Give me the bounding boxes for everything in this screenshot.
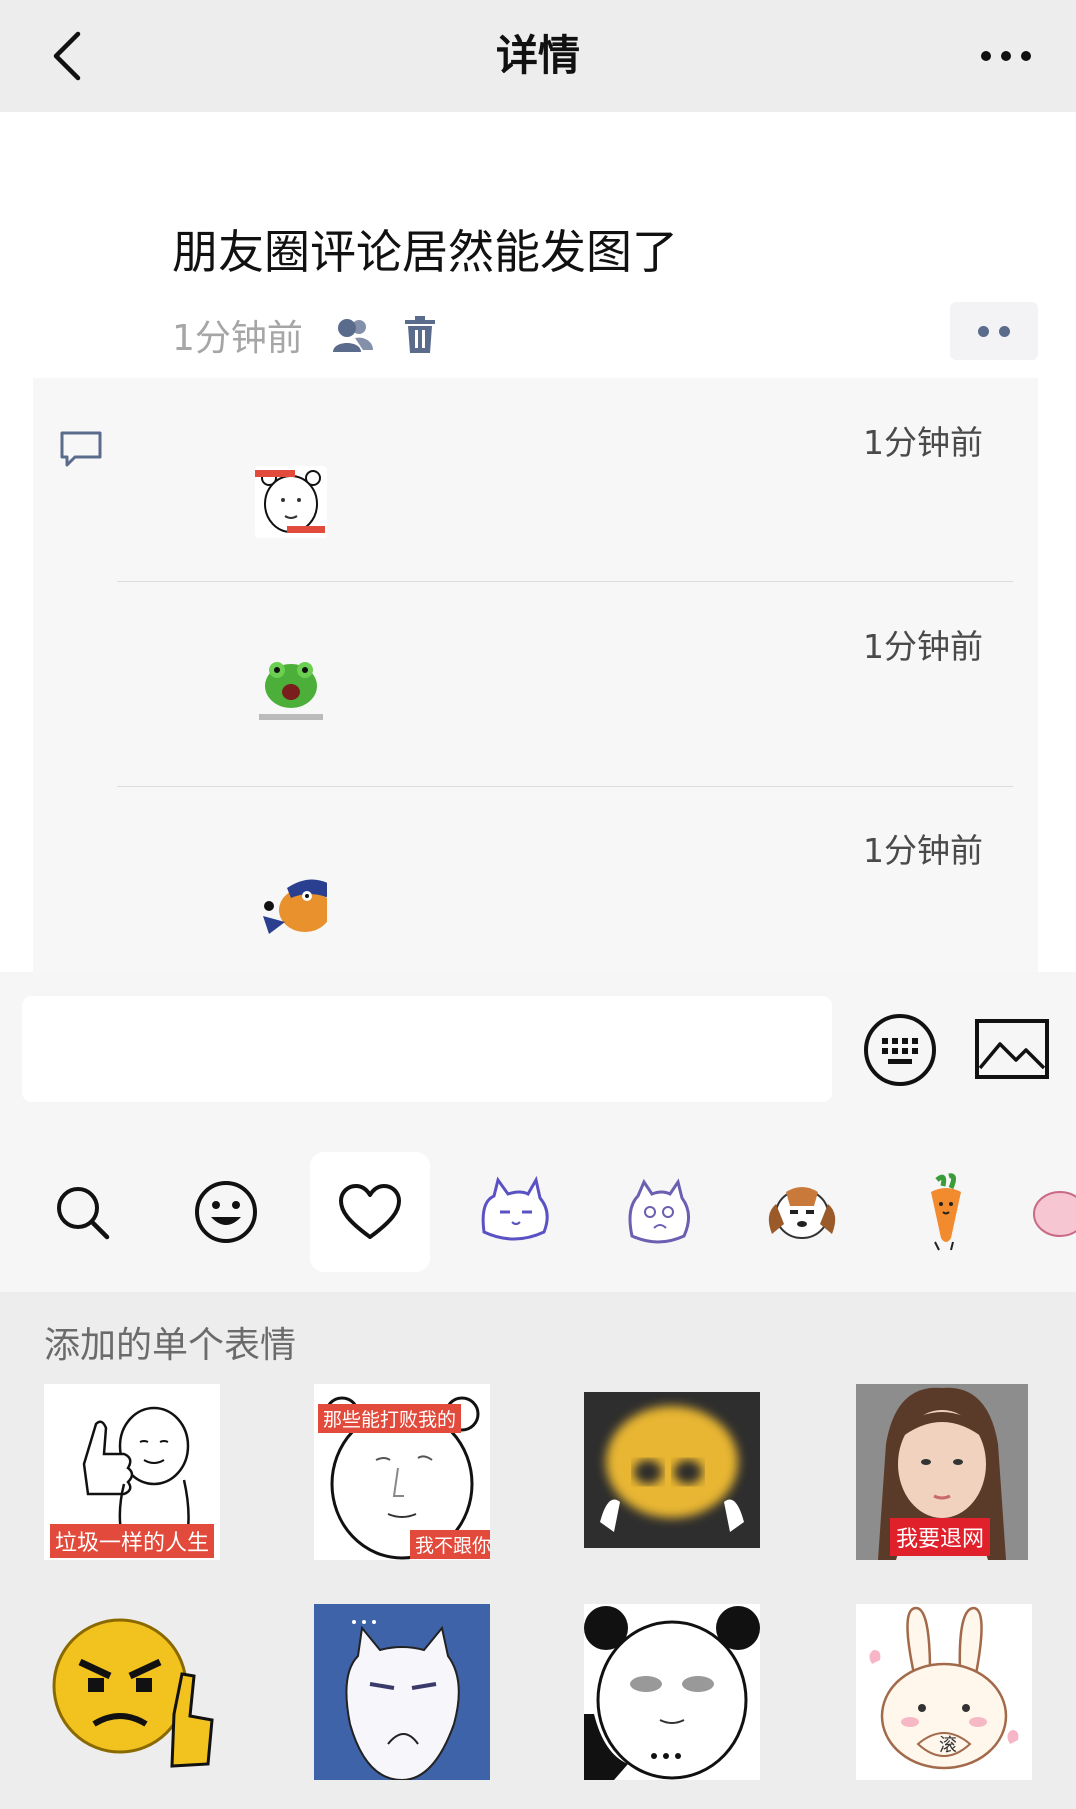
bear-face-sticker[interactable] bbox=[255, 466, 327, 538]
carrot-icon bbox=[931, 1173, 961, 1251]
comment-item[interactable]: 1分钟前 bbox=[117, 378, 1013, 581]
sticker-caption-top: 那些能打败我的 bbox=[318, 1404, 462, 1433]
cat-sticker-icon bbox=[481, 1175, 549, 1241]
comment-time: 1分钟前 bbox=[863, 831, 983, 870]
panda-face-sticker[interactable] bbox=[584, 1604, 760, 1780]
sticker-caption: 垃圾一样的人生 bbox=[50, 1524, 215, 1558]
angry-emoji-sticker[interactable] bbox=[44, 1604, 220, 1780]
visibility-people-icon[interactable] bbox=[331, 316, 375, 354]
tab-emoji[interactable] bbox=[166, 1152, 286, 1272]
bear-face-sticker[interactable]: 那些能打败我的 我不跟你打 bbox=[314, 1384, 490, 1560]
image-icon bbox=[975, 1019, 1049, 1079]
tab-next-pack-partial[interactable] bbox=[1030, 1152, 1076, 1272]
tab-favorites[interactable] bbox=[310, 1152, 430, 1272]
swiper-fox-sticker[interactable] bbox=[255, 870, 327, 942]
green-frog-sticker[interactable] bbox=[255, 656, 327, 728]
action-dot bbox=[978, 325, 989, 337]
comment-time: 1分钟前 bbox=[863, 627, 983, 666]
comments-section: 1分钟前 1分钟前 1分钟前 bbox=[33, 378, 1038, 972]
post-text: 朋友圈评论居然能发图了 bbox=[172, 225, 678, 279]
sticker-caption-bottom: 我不跟你打 bbox=[410, 1530, 490, 1559]
panel-title: 添加的单个表情 bbox=[44, 1325, 297, 1366]
beagle-dog-icon bbox=[768, 1187, 836, 1239]
comment-time: 1分钟前 bbox=[863, 423, 983, 462]
pink-sticker-icon bbox=[1033, 1191, 1076, 1237]
smiley-icon bbox=[195, 1181, 257, 1243]
heart-icon bbox=[339, 1184, 401, 1239]
comment-item[interactable]: 1分钟前 bbox=[117, 582, 1013, 785]
search-icon bbox=[57, 1187, 110, 1240]
navigation-bar: 详情 bbox=[0, 0, 1076, 112]
post-meta: 1分钟前 bbox=[172, 308, 437, 362]
image-picker-button[interactable] bbox=[974, 1018, 1050, 1080]
tab-cat-sketch-pack[interactable] bbox=[598, 1152, 718, 1272]
more-dots-icon bbox=[981, 51, 1031, 61]
tab-cat-sticker-pack[interactable] bbox=[454, 1152, 574, 1272]
sticker-tab-bar bbox=[0, 1106, 1076, 1292]
tab-carrot-pack[interactable] bbox=[886, 1152, 1006, 1272]
sticker-caption: 滚 bbox=[939, 1735, 957, 1756]
bunny-sticker[interactable]: 滚 bbox=[856, 1604, 1032, 1780]
comment-bubble-icon bbox=[59, 430, 103, 472]
blurry-emoji-sticker[interactable] bbox=[584, 1392, 760, 1548]
delete-trash-icon[interactable] bbox=[403, 315, 437, 355]
post-time: 1分钟前 bbox=[172, 318, 303, 359]
girl-photo-sticker[interactable]: 我要退网 bbox=[856, 1384, 1028, 1560]
action-dot bbox=[999, 325, 1010, 337]
like-comment-action-button[interactable] bbox=[950, 302, 1038, 360]
tab-beagle-pack[interactable] bbox=[742, 1152, 862, 1272]
comment-input-bar bbox=[0, 972, 1076, 1106]
thumbs-up-sticker[interactable]: 垃圾一样的人生 bbox=[44, 1384, 220, 1560]
blue-cat-sticker[interactable] bbox=[314, 1604, 490, 1780]
keyboard-toggle-button[interactable] bbox=[862, 1012, 938, 1088]
moment-post: 朋友圈评论居然能发图了 1分钟前 1分钟前 1分钟前 1分钟前 bbox=[0, 112, 1076, 972]
cat-sketch-icon bbox=[628, 1178, 690, 1244]
comment-input[interactable] bbox=[22, 996, 832, 1102]
tab-search[interactable] bbox=[22, 1152, 142, 1272]
sticker-panel: 添加的单个表情 垃圾一样的人生 那些能打败我的 我不跟你打 bbox=[0, 1292, 1076, 1809]
keyboard-icon bbox=[864, 1014, 936, 1086]
sticker-caption: 我要退网 bbox=[890, 1518, 991, 1556]
comment-item[interactable]: 1分钟前 bbox=[117, 786, 1013, 972]
more-options-button[interactable] bbox=[976, 36, 1036, 76]
page-title: 详情 bbox=[495, 31, 580, 80]
